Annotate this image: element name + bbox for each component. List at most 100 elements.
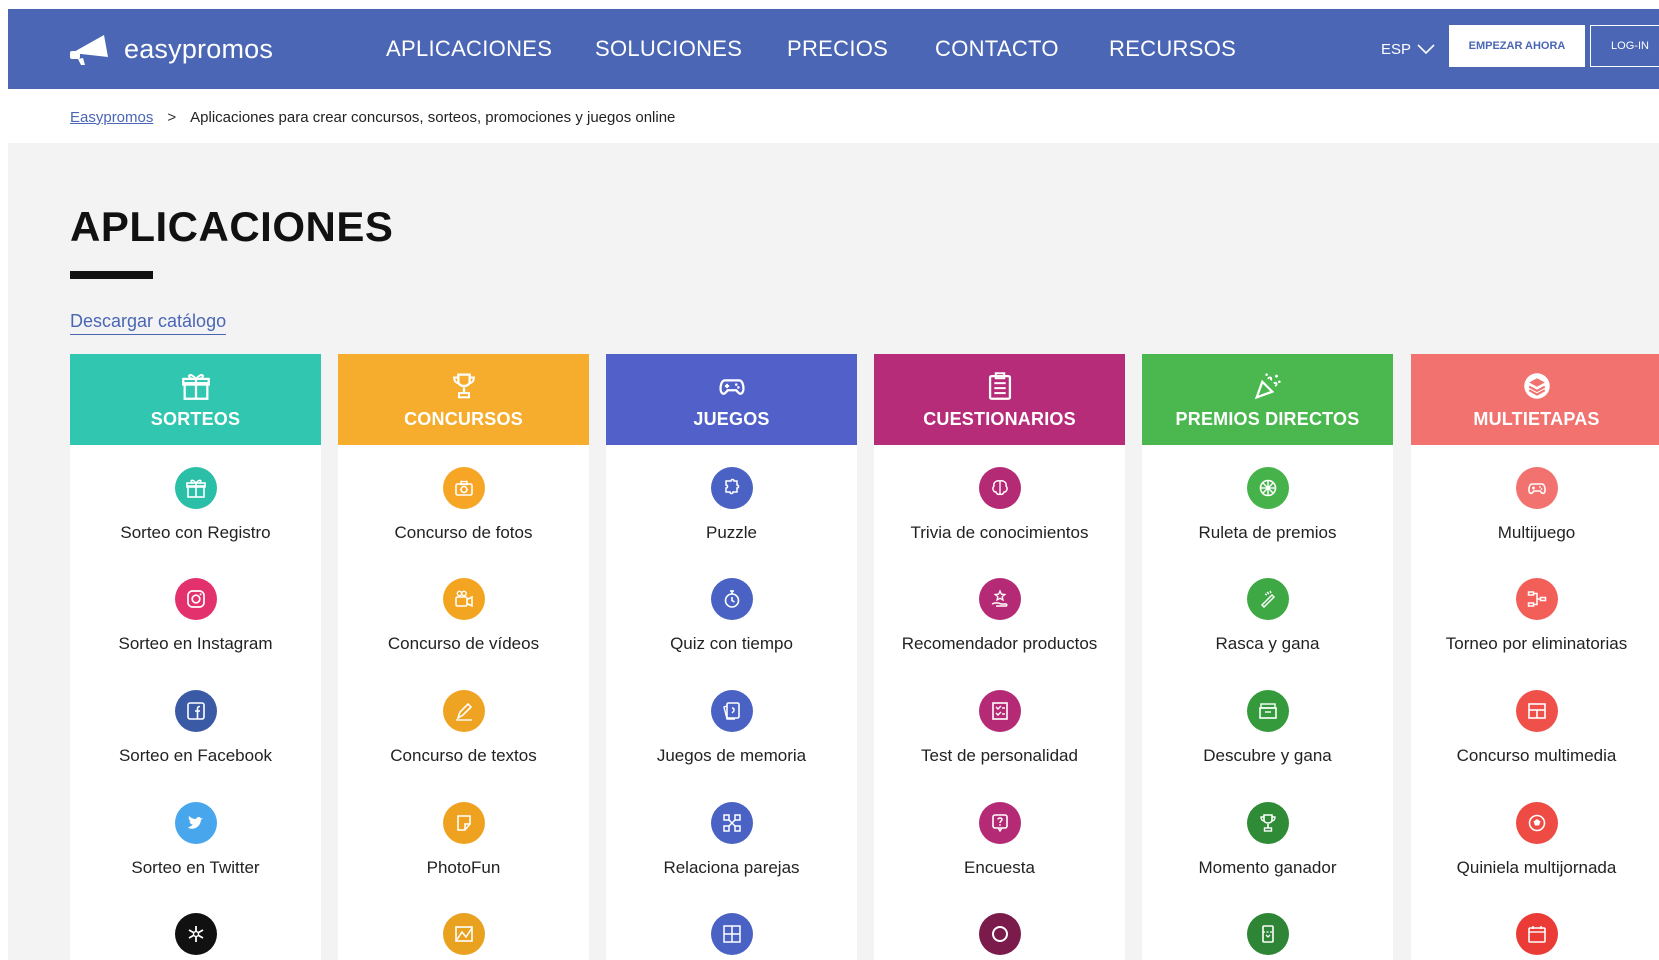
image-frame-icon [454, 926, 473, 942]
app-item[interactable]: Torneo por eliminatorias [1411, 578, 1659, 668]
app-item[interactable]: Sorteo en Twitter [70, 802, 321, 892]
app-icon-badge [1515, 578, 1558, 620]
app-icon-badge [1515, 802, 1558, 844]
app-item[interactable]: Concurso de textos [338, 690, 589, 780]
app-icon-badge [174, 913, 217, 955]
twitter-icon [187, 816, 203, 829]
app-item[interactable]: Test de personalidad [874, 690, 1125, 780]
app-item[interactable]: Sorteo con Registro [70, 467, 321, 557]
breadcrumb-home-link[interactable]: Easypromos [70, 109, 153, 126]
app-icon-badge [1515, 913, 1558, 955]
brand-name: easypromos [124, 33, 274, 64]
app-item[interactable]: Ruleta de premios [1142, 467, 1393, 557]
app-item[interactable] [606, 913, 857, 960]
app-item[interactable]: Concurso de fotos [338, 467, 589, 557]
app-label: Descubre y gana [1203, 746, 1332, 765]
app-label: Sorteo en Facebook [118, 746, 273, 765]
app-label: Sorteo en Instagram [118, 634, 273, 653]
breadcrumb-separator: > [167, 108, 177, 126]
app-icon-badge [174, 802, 217, 844]
category-header-premios[interactable]: PREMIOS DIRECTOS [1142, 354, 1393, 445]
app-icon-badge [1246, 467, 1289, 509]
stopwatch-icon [724, 590, 739, 608]
app-item[interactable]: Sorteo en Facebook [70, 690, 321, 780]
category-header-concursos[interactable]: CONCURSOS [338, 354, 589, 445]
megaphone-icon [70, 35, 108, 65]
app-item[interactable]: Puzzle [606, 467, 857, 557]
nav-soluciones[interactable]: SOLUCIONES [595, 9, 742, 89]
app-label: Encuesta [964, 858, 1035, 877]
app-item[interactable]: Trivia de conocimientos [874, 467, 1125, 557]
nav-contacto[interactable]: CONTACTO [935, 9, 1059, 89]
nav-recursos[interactable]: RECURSOS [1109, 9, 1236, 89]
app-icon-badge [1246, 802, 1289, 844]
category-header-multietapas[interactable]: MULTIETAPAS [1411, 354, 1659, 445]
app-icon-badge [174, 467, 217, 509]
app-label: Test de personalidad [921, 746, 1078, 765]
app-icon-badge [978, 467, 1021, 509]
connect-icon [722, 814, 741, 832]
category-header-sorteos[interactable]: SORTEOS [70, 354, 321, 445]
category-header-juegos[interactable]: JUEGOS [606, 354, 857, 445]
nav-aplicaciones[interactable]: APLICACIONES [386, 9, 552, 89]
ticket-icon [1261, 925, 1274, 943]
category-column-sorteos: SORTEOS Sorteo con Registro Sorteo en Inst… [70, 354, 321, 960]
nav-precios[interactable]: PRECIOS [787, 9, 888, 89]
app-label: Ruleta de premios [1198, 523, 1337, 542]
app-item[interactable] [1142, 913, 1393, 960]
app-item[interactable]: Quiniela multijornada [1411, 802, 1659, 892]
pen-icon [455, 702, 472, 721]
app-item[interactable]: Multijuego [1411, 467, 1659, 557]
app-label: Concurso de vídeos [387, 634, 540, 653]
app-item[interactable]: Concurso de vídeos [338, 578, 589, 668]
app-item[interactable]: Recomendador productos [874, 578, 1125, 668]
top-navbar: easypromos APLICACIONES SOLUCIONES PRECI… [8, 9, 1659, 89]
app-item[interactable]: Sorteo en Instagram [70, 578, 321, 668]
app-icon-badge [1246, 690, 1289, 732]
app-icon-badge [1515, 690, 1558, 732]
category-header-cuestionarios[interactable]: CUESTIONARIOS [874, 354, 1125, 445]
app-label: Momento ganador [1198, 858, 1337, 877]
wheel-icon [1259, 479, 1276, 497]
app-item[interactable]: PhotoFun [338, 802, 589, 892]
app-label: Concurso multimedia [1456, 746, 1617, 765]
app-icon-badge [174, 578, 217, 620]
app-label: Relaciona parejas [663, 858, 800, 877]
login-button[interactable]: LOG-IN [1590, 25, 1659, 67]
app-label: Concurso de fotos [394, 523, 533, 542]
bracket-icon [1527, 591, 1546, 607]
main-content: APLICACIONES Descargar catálogo SORTEOS S… [8, 143, 1659, 960]
app-icon-badge [978, 578, 1021, 620]
app-item[interactable] [1411, 913, 1659, 960]
page-title: APLICACIONES [70, 203, 394, 250]
facebook-icon [186, 702, 205, 720]
download-catalog-link[interactable]: Descargar catálogo [70, 311, 227, 335]
app-item[interactable]: Quiz con tiempo [606, 578, 857, 668]
gamepad-icon [718, 379, 745, 395]
category-title: JUEGOS [693, 409, 770, 429]
app-icon-badge [710, 467, 753, 509]
app-item[interactable]: Rasca y gana [1142, 578, 1393, 668]
category-title: CONCURSOS [404, 409, 523, 429]
app-icon-badge [442, 578, 485, 620]
app-item[interactable]: Encuesta [874, 802, 1125, 892]
clipboard-icon [988, 372, 1011, 400]
app-item[interactable]: Momento ganador [1142, 802, 1393, 892]
ring-icon [991, 926, 1008, 942]
app-label: Concurso de textos [390, 746, 537, 765]
language-selector[interactable]: ESP [1381, 9, 1436, 89]
app-item[interactable]: Descubre y gana [1142, 690, 1393, 780]
app-item[interactable] [338, 913, 589, 960]
app-icon-badge [442, 467, 485, 509]
app-icon-badge [1515, 467, 1558, 509]
app-item[interactable]: Concurso multimedia [1411, 690, 1659, 780]
app-label: Rasca y gana [1215, 634, 1320, 653]
app-label: Multijuego [1497, 523, 1576, 542]
app-item[interactable] [70, 913, 321, 960]
app-item[interactable] [874, 913, 1125, 960]
app-item[interactable]: Relaciona parejas [606, 802, 857, 892]
app-icon-badge [442, 802, 485, 844]
brand-logo-link[interactable]: easypromos [68, 9, 273, 89]
start-now-button[interactable]: EMPEZAR AHORA [1449, 25, 1585, 67]
app-item[interactable]: Juegos de memoria [606, 690, 857, 780]
